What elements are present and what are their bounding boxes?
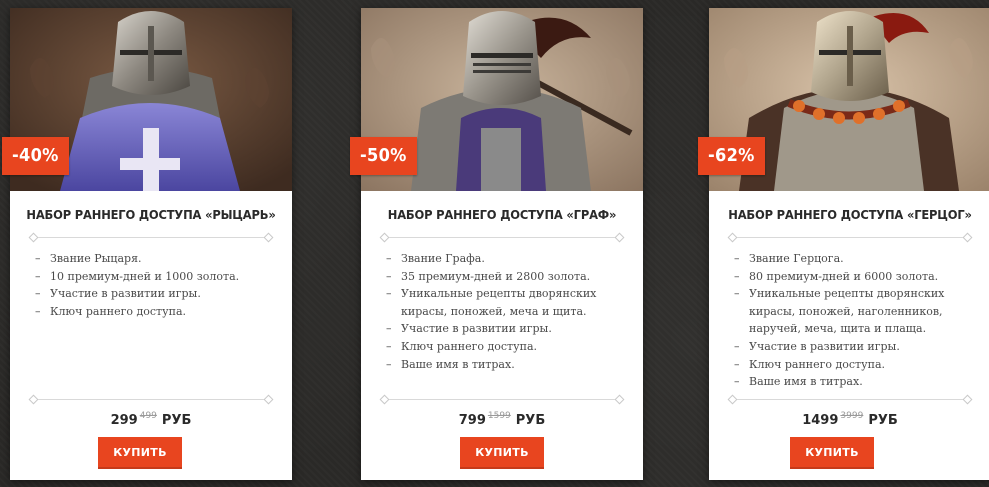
discount-badge: -50% [350, 137, 417, 175]
old-price: 1599 [487, 411, 511, 421]
feature-item: Звание Рыцаря. [35, 250, 276, 268]
feature-item: Уникальные рецепты дворянских кирасы, по… [734, 285, 975, 338]
feature-item: 80 премиум-дней и 6000 золота. [734, 268, 975, 286]
current-price: 799 [458, 413, 486, 428]
bundle-title: НАБОР РАННЕГО ДОСТУПА «ГЕРЦОГ» [728, 207, 972, 222]
price: 1499 3999 РУБ [709, 411, 989, 428]
bundle-title: НАБОР РАННЕГО ДОСТУПА «ГРАФ» [387, 207, 617, 222]
feature-item: Ваше имя в титрах. [734, 373, 975, 391]
divider [32, 399, 270, 400]
bundle-card-count: -50% НАБОР РАННЕГО ДОСТУПА «ГРАФ» Звание… [350, 8, 643, 480]
old-price: 3999 [840, 411, 864, 421]
current-price: 1499 [802, 413, 839, 428]
currency: РУБ [868, 413, 898, 428]
feature-item: Ключ раннего доступа. [35, 303, 276, 321]
price: 799 1599 РУБ [361, 411, 643, 428]
feature-item: Ключ раннего доступа. [386, 338, 627, 356]
feature-list: Звание Графа. 35 премиум-дней и 2800 зол… [386, 250, 627, 373]
divider [383, 399, 621, 400]
price: 299 499 РУБ [10, 411, 292, 428]
feature-item: Звание Графа. [386, 250, 627, 268]
feature-item: Участие в развитии игры. [734, 338, 975, 356]
bundle-title: НАБОР РАННЕГО ДОСТУПА «РЫЦАРЬ» [26, 207, 276, 222]
current-price: 299 [110, 413, 138, 428]
feature-item: Ключ раннего доступа. [734, 356, 975, 374]
buy-button[interactable]: КУПИТЬ [790, 437, 874, 469]
feature-item: Ваше имя в титрах. [386, 356, 627, 374]
divider [731, 237, 969, 238]
feature-item: Звание Герцога. [734, 250, 975, 268]
feature-item: Участие в развитии игры. [386, 320, 627, 338]
bundle-card-knight: -40% НАБОР РАННЕГО ДОСТУПА «РЫЦАРЬ» Зван… [2, 8, 292, 480]
feature-item: 10 премиум-дней и 1000 золота. [35, 268, 276, 286]
feature-list: Звание Рыцаря. 10 премиум-дней и 1000 зо… [35, 250, 276, 320]
feature-item: Уникальные рецепты дворянских кирасы, по… [386, 285, 627, 320]
currency: РУБ [515, 413, 546, 428]
feature-item: Участие в развитии игры. [35, 285, 276, 303]
bundle-card-duke: -62% НАБОР РАННЕГО ДОСТУПА «ГЕРЦОГ» Зван… [698, 8, 989, 480]
feature-item: 35 премиум-дней и 2800 золота. [386, 268, 627, 286]
discount-badge: -62% [698, 137, 765, 175]
old-price: 499 [139, 411, 157, 421]
currency: РУБ [161, 413, 192, 428]
divider [383, 237, 621, 238]
buy-button[interactable]: КУПИТЬ [98, 437, 182, 469]
divider [731, 399, 969, 400]
divider [32, 237, 270, 238]
discount-badge: -40% [2, 137, 69, 175]
feature-list: Звание Герцога. 80 премиум-дней и 6000 з… [734, 250, 975, 391]
buy-button[interactable]: КУПИТЬ [460, 437, 544, 469]
